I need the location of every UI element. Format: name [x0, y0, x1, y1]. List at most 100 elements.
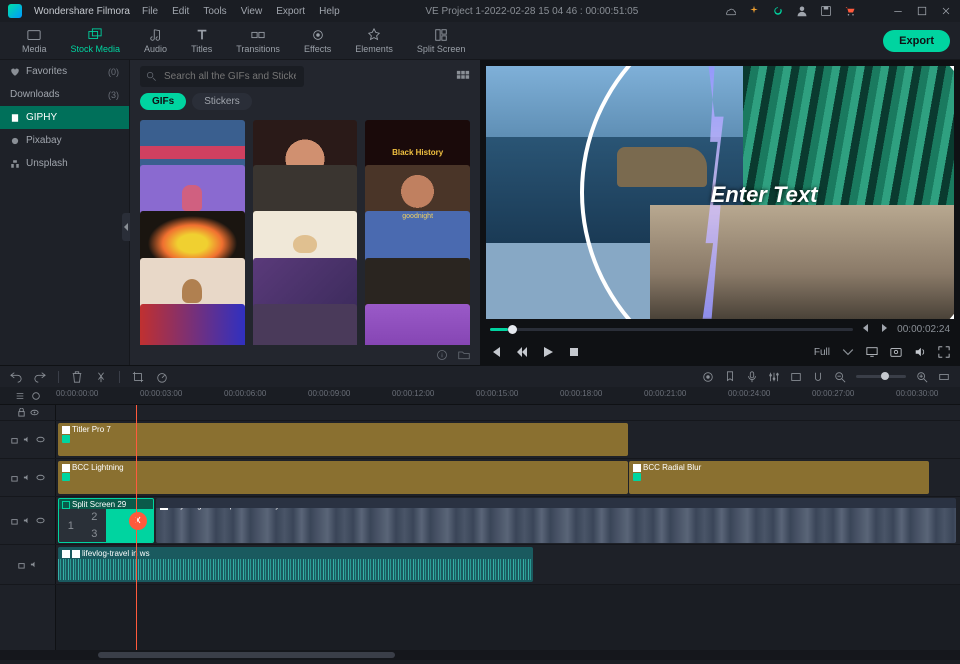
preview-scrubber[interactable]	[490, 328, 853, 331]
zoom-slider[interactable]	[856, 375, 906, 378]
clip-lightning[interactable]: BCC Lightning	[58, 461, 628, 494]
auto-ripple-icon[interactable]	[31, 391, 41, 401]
tab-media[interactable]: Media	[10, 24, 59, 58]
crop-icon[interactable]	[132, 371, 144, 383]
app-logo	[8, 4, 22, 18]
tab-elements[interactable]: Elements	[343, 24, 405, 58]
sidebar-item-pixabay[interactable]: Pixabay	[0, 129, 129, 152]
eye-icon[interactable]	[36, 473, 45, 482]
sidebar-item-favorites[interactable]: Favorites(0)	[0, 60, 129, 83]
zoom-in-icon[interactable]	[916, 371, 928, 383]
chevron-down-icon[interactable]	[842, 346, 854, 358]
menu-export[interactable]: Export	[276, 6, 305, 17]
lock-icon[interactable]	[10, 435, 19, 444]
close-icon[interactable]	[940, 5, 952, 17]
filter-gifs[interactable]: GIFs	[140, 93, 186, 110]
refresh-icon[interactable]	[772, 5, 784, 17]
main-menu: File Edit Tools View Export Help	[142, 6, 340, 17]
filter-stickers[interactable]: Stickers	[192, 93, 252, 110]
display-icon[interactable]	[866, 346, 878, 358]
sidebar-item-unsplash[interactable]: Unsplash	[0, 152, 129, 175]
zoom-fit-icon[interactable]	[938, 371, 950, 383]
menu-edit[interactable]: Edit	[172, 6, 189, 17]
snapshot-icon[interactable]	[890, 346, 902, 358]
search-input[interactable]	[140, 66, 304, 87]
next-frame-icon[interactable]	[879, 323, 889, 333]
cart-icon[interactable]	[844, 5, 856, 17]
zoom-out-icon[interactable]	[834, 371, 846, 383]
eye-icon[interactable]	[36, 435, 45, 444]
ruler-tick: 00:00:06:00	[224, 389, 266, 398]
menu-file[interactable]: File	[142, 6, 158, 17]
marker-icon[interactable]	[724, 371, 736, 383]
volume-open-icon[interactable]	[914, 346, 926, 358]
sidebar-item-giphy[interactable]: GIPHY	[0, 106, 129, 129]
menu-tools[interactable]: Tools	[203, 6, 226, 17]
tab-audio[interactable]: Audio	[132, 24, 179, 58]
sidebar-item-downloads[interactable]: Downloads(3)	[0, 83, 129, 106]
mixer-icon[interactable]	[768, 371, 780, 383]
play-icon[interactable]	[542, 346, 554, 358]
skip-back-icon[interactable]	[490, 346, 502, 358]
render-icon[interactable]	[790, 371, 802, 383]
eye-icon[interactable]	[36, 516, 45, 525]
snap-icon[interactable]	[812, 371, 824, 383]
maximize-icon[interactable]	[916, 5, 928, 17]
prev-frame-icon[interactable]	[861, 323, 871, 333]
track-settings-icon[interactable]	[15, 391, 25, 401]
redo-icon[interactable]	[34, 371, 46, 383]
gif-thumbnail[interactable]	[140, 304, 245, 345]
timeline-h-scrollbar[interactable]	[0, 650, 960, 660]
fullscreen-icon[interactable]	[938, 346, 950, 358]
cut-point-marker[interactable]	[129, 512, 147, 530]
playhead[interactable]	[136, 405, 137, 650]
tab-stock-media[interactable]: Stock Media	[59, 24, 133, 58]
grid-view-icon[interactable]	[456, 70, 470, 84]
clip-radial-blur[interactable]: BCC Radial Blur	[629, 461, 929, 494]
undo-icon[interactable]	[10, 371, 22, 383]
menu-view[interactable]: View	[241, 6, 263, 17]
menu-help[interactable]: Help	[319, 6, 340, 17]
lock-icon[interactable]	[17, 560, 26, 569]
export-button[interactable]: Export	[883, 30, 950, 52]
clip-audio[interactable]: lifevlog-travel in ws	[58, 547, 533, 582]
tab-effects[interactable]: Effects	[292, 24, 343, 58]
collapse-sidebar-handle[interactable]	[122, 213, 130, 241]
timeline-ruler[interactable]: 00:00:00:0000:00:03:0000:00:06:0000:00:0…	[0, 387, 960, 405]
stop-icon[interactable]	[568, 346, 580, 358]
lock-icon[interactable]	[10, 473, 19, 482]
marker-add-icon[interactable]	[702, 371, 714, 383]
clip-main-video[interactable]: DaytonighttimelapseofPariscityFrance	[156, 498, 956, 543]
mute-icon[interactable]	[23, 435, 32, 444]
sparkle-icon[interactable]	[748, 5, 760, 17]
mute-icon[interactable]	[30, 560, 39, 569]
split-icon[interactable]	[95, 371, 107, 383]
speed-icon[interactable]	[156, 371, 168, 383]
quality-selector[interactable]: Full	[814, 347, 830, 358]
gif-thumbnail[interactable]	[253, 304, 358, 345]
step-back-icon[interactable]	[516, 346, 528, 358]
delete-icon[interactable]	[71, 371, 83, 383]
ruler-tick: 00:00:27:00	[812, 389, 854, 398]
preview-canvas[interactable]: Enter Text	[486, 66, 954, 319]
eye-icon[interactable]	[30, 408, 39, 417]
stock-sidebar: Favorites(0) Downloads(3) GIPHY Pixabay …	[0, 60, 130, 365]
mute-icon[interactable]	[23, 516, 32, 525]
minimize-icon[interactable]	[892, 5, 904, 17]
ruler-tick: 00:00:12:00	[392, 389, 434, 398]
folder-icon[interactable]	[458, 349, 470, 361]
lock-icon[interactable]	[10, 516, 19, 525]
mic-icon[interactable]	[746, 371, 758, 383]
gif-thumbnail[interactable]	[365, 304, 470, 345]
info-icon[interactable]	[436, 349, 448, 361]
mute-icon[interactable]	[23, 473, 32, 482]
lock-icon[interactable]	[17, 408, 26, 417]
save-icon[interactable]	[820, 5, 832, 17]
tab-titles[interactable]: Titles	[179, 24, 224, 58]
media-browser: GIFs Stickers Black History goodnight	[130, 60, 480, 365]
user-icon[interactable]	[796, 5, 808, 17]
clip-titler[interactable]: Titler Pro 7	[58, 423, 628, 456]
cloud-icon[interactable]	[724, 5, 736, 17]
tab-split-screen[interactable]: Split Screen	[405, 24, 478, 58]
tab-transitions[interactable]: Transitions	[224, 24, 292, 58]
